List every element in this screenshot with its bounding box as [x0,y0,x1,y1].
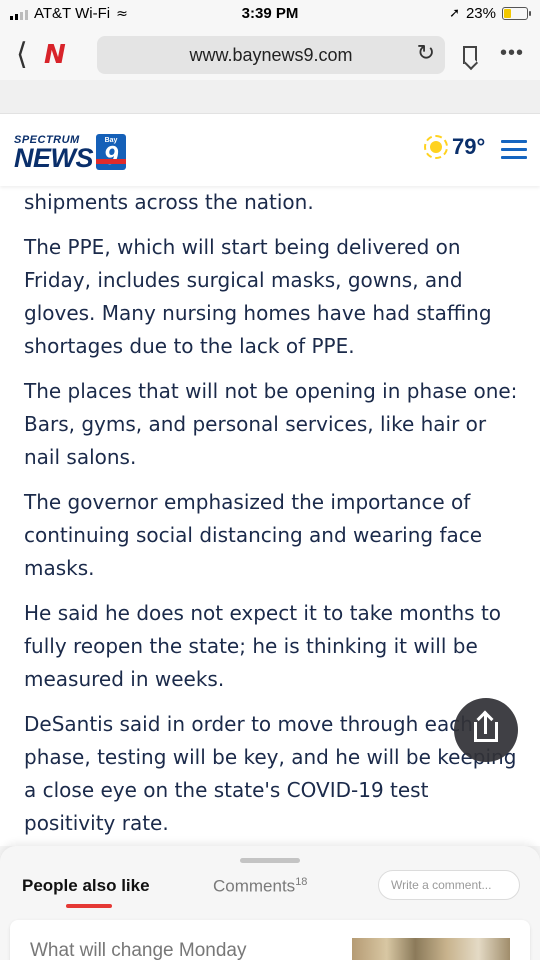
article-paragraph: He said he does not expect it to take mo… [24,601,502,691]
back-button[interactable]: ⟨ [16,40,28,70]
sun-icon [424,135,448,159]
bottom-sheet: People also like Comments18 Write a comm… [0,846,540,960]
comment-input[interactable]: Write a comment... [378,870,520,900]
status-right: ➚ 23% [449,5,531,22]
tab-people-also-like[interactable]: People also like [22,876,150,896]
page-top-gap [0,80,540,114]
status-bar: AT&T Wi-Fi ≈ 3:39 PM ➚ 23% [0,0,540,30]
related-article-thumbnail [352,938,510,960]
browser-toolbar: ⟨ N www.baynews9.com ↻ ••• [0,30,540,80]
news-app-logo-icon[interactable]: N [44,42,66,68]
reload-icon[interactable]: ↻ [417,41,435,66]
article-paragraph: shipments across the nation. [24,190,314,214]
spectrum-news-logo[interactable]: SPECTRUM NEWS Bay 9 [14,134,126,174]
battery-icon [502,7,531,20]
article-paragraph: The PPE, which will start being delivere… [24,235,492,358]
weather-widget[interactable]: 79° [424,134,485,160]
more-options-icon[interactable]: ••• [500,42,524,65]
location-arrow-icon: ➚ [449,6,460,21]
bay-news-9-badge: Bay 9 [96,134,126,170]
bookmark-icon[interactable] [463,46,477,64]
address-bar[interactable]: www.baynews9.com ↻ [97,36,445,74]
url-text: www.baynews9.com [189,45,353,65]
temperature: 79° [452,134,486,159]
hamburger-menu-icon[interactable] [501,140,527,164]
tab-comments[interactable]: Comments18 [213,876,307,897]
tab-comments-label: Comments [213,876,296,896]
related-article-title: What will change Monday [30,940,247,960]
site-header: SPECTRUM NEWS Bay 9 79° [0,114,540,186]
logo-name: NEWS [14,143,94,173]
badge-number: 9 [103,140,119,170]
article-paragraph: DeSantis said in order to move through e… [24,712,517,835]
share-button[interactable] [454,698,518,762]
battery-percent: 23% [465,5,496,22]
related-article-card[interactable]: What will change Monday [10,920,530,960]
article-paragraph: The governor emphasized the importance o… [24,490,483,580]
sheet-grabber[interactable] [240,858,300,863]
comments-count: 18 [295,876,308,888]
article-paragraph: The places that will not be opening in p… [24,379,518,469]
active-tab-indicator [66,904,112,908]
